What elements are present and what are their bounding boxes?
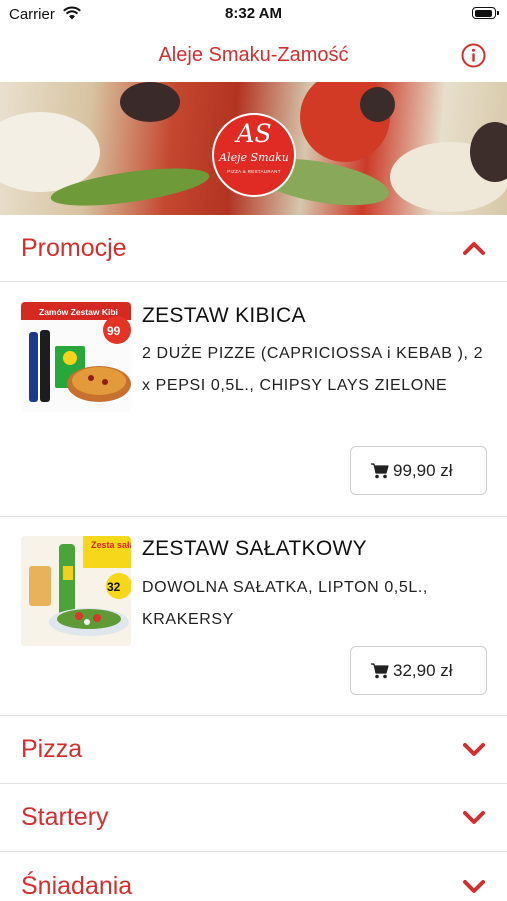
page-title: Aleje Smaku-Zamość <box>158 44 349 66</box>
status-bar: Carrier 8:32 AM <box>0 0 507 30</box>
chevron-down-icon <box>463 743 485 756</box>
clock: 8:32 AM <box>225 5 282 22</box>
restaurant-logo: AS Aleje Smaku PIZZA & RESTAURANT <box>212 113 296 197</box>
battery-icon <box>472 7 499 19</box>
info-icon[interactable] <box>461 43 486 68</box>
section-sniadania[interactable]: Śniadania <box>0 852 507 900</box>
product-item[interactable]: Zesta sałatkow 32 ZESTAW SAŁATKOWY DOWOL… <box>0 517 507 716</box>
section-startery[interactable]: Startery <box>0 784 507 852</box>
svg-text:Zamów Zestaw Kibi: Zamów Zestaw Kibi <box>39 307 118 317</box>
add-to-cart-button[interactable]: 99,90 zł <box>350 446 487 495</box>
svg-text:Zesta sałatkow: Zesta sałatkow <box>91 540 131 550</box>
chevron-down-icon <box>463 811 485 824</box>
product-name: ZESTAW SAŁATKOWY <box>142 537 367 560</box>
section-label: Śniadania <box>21 872 133 900</box>
section-label: Promocje <box>21 234 127 262</box>
svg-text:99: 99 <box>107 324 121 338</box>
product-description: DOWOLNA SAŁATKA, LIPTON 0,5L., KRAKERSY <box>142 579 428 628</box>
nav-bar: Aleje Smaku-Zamość <box>0 30 507 82</box>
product-price: 99,90 zł <box>393 461 453 480</box>
add-to-cart-button[interactable]: 32,90 zł <box>350 646 487 695</box>
chevron-up-icon <box>463 242 485 255</box>
svg-text:32: 32 <box>107 580 121 594</box>
cart-icon <box>371 663 389 679</box>
section-promocje[interactable]: Promocje <box>0 215 507 282</box>
section-pizza[interactable]: Pizza <box>0 716 507 784</box>
product-name: ZESTAW KIBICA <box>142 304 306 327</box>
product-price: 32,90 zł <box>393 661 453 680</box>
product-image: Zamów Zestaw Kibi 99 <box>21 302 131 412</box>
section-label: Pizza <box>21 735 83 763</box>
product-item[interactable]: Zamów Zestaw Kibi 99 ZESTAW KIBICA 2 DUŻ… <box>0 282 507 517</box>
product-description: 2 DUŻE PIZZE (CAPRICIOSSA i KEBAB ), 2 x… <box>142 345 484 394</box>
chevron-down-icon <box>463 880 485 893</box>
product-image: Zesta sałatkow 32 <box>21 536 131 646</box>
section-label: Startery <box>21 803 109 831</box>
cart-icon <box>371 463 389 479</box>
